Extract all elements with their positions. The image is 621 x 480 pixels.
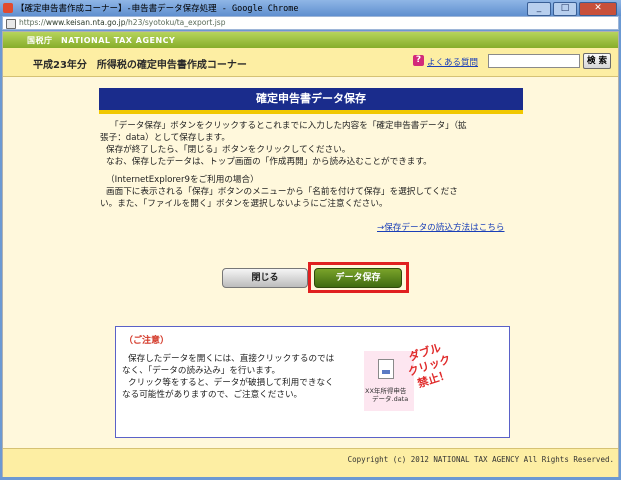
search-button[interactable]: 検 索 [583,53,611,69]
window-title: 【確定申告書作成コーナー】-申告書データ保存処理 - Google Chrome [16,4,299,14]
instruction-line: 張子：data）として保存します。 [100,133,230,143]
window-controls: _ □ ✕ [527,2,617,16]
page-content: 国税庁 NATIONAL TAX AGENCY 平成23年分 所得税の確定申告書… [2,31,619,477]
corner-title: 平成23年分 所得税の確定申告書作成コーナー [33,60,247,71]
ie9-note-heading: （InternetExplorer9をご利用の場合） [106,175,259,185]
corner-header: 平成23年分 所得税の確定申告書作成コーナー ? よくある質問 検 索 [3,48,618,77]
chrome-app-icon [3,3,13,13]
title-bar: 【確定申告書作成コーナー】-申告書データ保存処理 - Google Chrome… [0,0,621,16]
close-button[interactable]: 閉じる [222,268,308,288]
url-host: www.keisan.nta.go.jp [45,18,126,27]
close-window-button[interactable]: ✕ [579,2,617,16]
minimize-button[interactable]: _ [527,2,551,16]
ie9-note-line: い。また、「ファイルを開く」ボタンを選択しないようにご注意ください。 [100,199,388,209]
caution-line: なく、「データの読み込み」を行います。 [122,366,281,376]
url-text[interactable]: https://www.keisan.nta.go.jp/h23/syotoku… [19,18,225,27]
page-heading: 確定申告書データ保存 [99,88,523,114]
ie9-note-line: 画面下に表示される「保存」ボタンのメニューから「名前を付けて保存」を選択してくだ… [106,187,458,197]
copyright-text: Copyright (c) 2012 NATIONAL TAX AGENCY A… [347,455,614,464]
agency-bar: 国税庁 NATIONAL TAX AGENCY [3,32,618,48]
maximize-button[interactable]: □ [553,2,577,16]
address-bar[interactable]: https://www.keisan.nta.go.jp/h23/syotoku… [2,16,619,30]
caution-line: 保存したデータを開くには、直接クリックするのでは [128,354,335,364]
footer: Copyright (c) 2012 NATIONAL TAX AGENCY A… [3,448,618,477]
double-click-prohibited-stamp: ダブル クリック 禁止！ [388,335,474,407]
caution-title: （ご注意） [124,336,170,346]
faq-link[interactable]: よくある質問 [427,56,478,68]
question-icon[interactable]: ? [413,55,424,66]
caution-line: クリック等をすると、データが破損して利用できなく [128,378,334,388]
instruction-line: なお、保存したデータは、トップ画面の「作成再開」から読み込むことができます。 [106,157,432,167]
save-data-button[interactable]: データ保存 [314,268,402,288]
caution-line: なる可能性がありますので、ご注意ください。 [122,390,303,400]
instruction-line: 「データ保存」ボタンをクリックするとこれまでに入力した内容を「確定申告書データ」… [110,121,467,131]
instruction-line: 保存が終了したら、「閉じる」ボタンをクリックしてください。 [106,145,351,155]
load-method-link[interactable]: →保存データの読込方法はこちら [377,221,505,233]
search-input[interactable] [488,54,580,68]
caution-box: （ご注意） 保存したデータを開くには、直接クリックするのでは なく、「データの読… [115,326,510,438]
url-scheme: https:// [19,18,46,27]
browser-window: 【確定申告書作成コーナー】-申告書データ保存処理 - Google Chrome… [0,0,621,480]
agency-name: 国税庁 NATIONAL TAX AGENCY [27,36,176,45]
url-path: /h23/syotoku/ta_export.jsp [125,18,226,27]
page-icon [6,19,16,29]
